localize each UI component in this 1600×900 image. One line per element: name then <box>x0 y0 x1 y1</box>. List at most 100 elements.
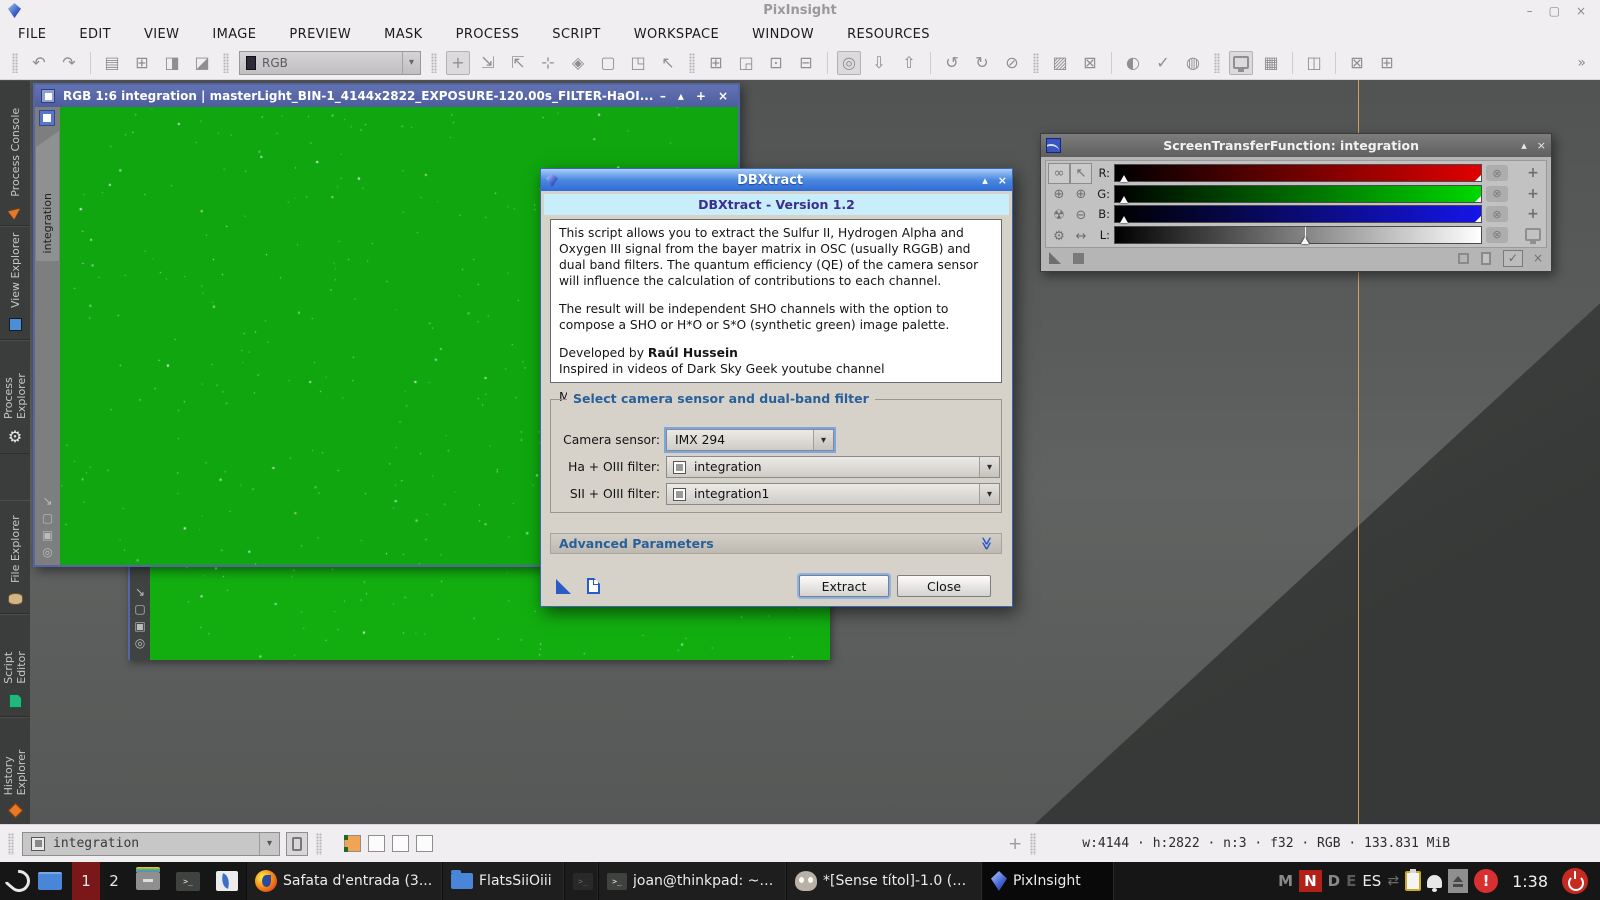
new-instance-icon[interactable] <box>1049 252 1061 264</box>
dbxtract-dialog[interactable]: DBXtract ▴ × DBXtract - Version 1.2 This… <box>540 168 1013 607</box>
revert-file-icon[interactable]: ↺ <box>940 51 964 75</box>
chevron-down-icon[interactable]: ▾ <box>402 52 420 74</box>
pointer-mode-icon[interactable]: ↖ <box>656 51 680 75</box>
sidebar-item-process-console[interactable]: Process Console <box>0 80 30 226</box>
file-settings-icon[interactable]: ↻ <box>970 51 994 75</box>
indicator-m[interactable]: M <box>1278 872 1293 890</box>
reset-red-icon[interactable]: ⊗ <box>1486 165 1508 181</box>
edit-image-icon[interactable]: ◲ <box>734 51 758 75</box>
workspace-4-button[interactable] <box>416 835 433 852</box>
toolbar-drag-handle[interactable] <box>431 53 437 73</box>
clone-image-icon[interactable]: ⊡ <box>764 51 788 75</box>
discard-file-icon[interactable]: ⊘ <box>1000 51 1024 75</box>
statusbar-drag-handle[interactable] <box>8 833 14 855</box>
shrink-mode-icon[interactable]: ⇱ <box>506 51 530 75</box>
green-gradient-slider[interactable] <box>1114 185 1482 203</box>
slider-marker[interactable] <box>1301 237 1309 244</box>
import-file-icon[interactable]: ⇩ <box>867 51 891 75</box>
extract-button[interactable]: Extract <box>799 575 889 597</box>
menu-script[interactable]: SCRIPT <box>552 27 600 42</box>
reset-blue-icon[interactable]: ⊗ <box>1486 206 1508 222</box>
link-rgb-icon[interactable]: ∞ <box>1048 163 1070 184</box>
invert-mask-icon[interactable]: ◐ <box>1121 51 1145 75</box>
taskbar-window-files[interactable]: FlatsSiiOiii <box>442 862 564 900</box>
slider-marker[interactable] <box>1120 175 1128 182</box>
clipboard-tray-icon[interactable] <box>1405 871 1421 891</box>
taskbar-window-terminal-2[interactable]: >_ j <box>564 862 598 900</box>
edit-stf-icon[interactable]: ⚙ <box>1048 226 1070 247</box>
doc-icon[interactable] <box>1481 252 1491 265</box>
chevron-down-icon[interactable]: ▾ <box>979 484 999 504</box>
menu-view[interactable]: VIEW <box>144 27 179 42</box>
show-mask-icon[interactable]: ▨ <box>1048 51 1072 75</box>
app-close-icon[interactable]: × <box>1576 4 1586 18</box>
edit-mode-icon[interactable]: ↖ <box>1070 163 1092 184</box>
window-manager-icon[interactable] <box>4 866 35 897</box>
camera-sensor-select[interactable]: IMX 294 ▾ <box>666 429 834 451</box>
menu-workspace[interactable]: WORKSPACE <box>634 27 719 42</box>
sii-oiii-filter-select[interactable]: integration1 ▾ <box>666 483 1000 505</box>
slider-marker[interactable] <box>1120 196 1128 203</box>
page-mode-icon[interactable]: ▢ <box>596 51 620 75</box>
reset-green-icon[interactable]: ⊗ <box>1486 186 1508 202</box>
scroll-mode-icon[interactable]: ↔ <box>1070 226 1092 247</box>
indicator-n[interactable]: N <box>1299 870 1322 892</box>
move-mode-icon[interactable]: ⊹ <box>536 51 560 75</box>
desktop-1-button[interactable]: 1 <box>72 862 100 900</box>
fit-window-icon[interactable]: ▢ <box>42 511 53 525</box>
window-minimize-icon[interactable]: – <box>660 89 666 103</box>
view-selector[interactable]: integration ▾ <box>22 832 280 856</box>
removable-media-tray-icon[interactable] <box>1448 869 1468 893</box>
workspace-3-button[interactable] <box>392 835 409 852</box>
taskbar-window-gimp[interactable]: *[Sense títol]-1.0 (C... <box>786 862 982 900</box>
copy-window-icon[interactable]: ▣ <box>134 619 145 633</box>
reset-lum-icon[interactable]: ⊗ <box>1486 227 1508 243</box>
clock[interactable]: 1:38 <box>1512 872 1548 891</box>
select-mask-icon[interactable]: ◍ <box>1181 51 1205 75</box>
remove-image-icon[interactable]: ⊟ <box>794 51 818 75</box>
taskbar-window-terminal[interactable]: >_ joan@thinkpad: ~/... <box>598 862 786 900</box>
new-image-icon[interactable]: ⊞ <box>704 51 728 75</box>
dock-window-icon[interactable]: ◫ <box>1302 51 1326 75</box>
zoom-out-icon[interactable]: ⊖ <box>1070 205 1092 226</box>
fit-window-icon[interactable]: ▢ <box>134 602 145 616</box>
display-channel-selector[interactable]: RGB ▾ <box>239 51 421 75</box>
pan-mode-icon[interactable]: ◈ <box>566 51 590 75</box>
sidebar-item-file-explorer[interactable]: File Explorer <box>0 500 30 614</box>
blue-gradient-slider[interactable] <box>1114 205 1482 223</box>
color-management-icon[interactable]: ▦ <box>1259 51 1283 75</box>
copy-window-icon[interactable]: ▣ <box>42 528 53 542</box>
duplicate-right-icon[interactable]: ◨ <box>160 51 184 75</box>
sidebar-item-process-explorer[interactable]: Process Explorer ⚙ <box>0 340 30 454</box>
file-manager-launcher-icon[interactable] <box>136 872 160 890</box>
advanced-parameters-section[interactable]: Advanced Parameters ≫ <box>550 533 1002 554</box>
screen-transfer-icon[interactable] <box>1229 51 1253 75</box>
page-select-icon[interactable]: ◳ <box>626 51 650 75</box>
taskbar-window-pixinsight[interactable]: PixInsight <box>982 862 1114 900</box>
resize-corner-icon[interactable]: ↘ <box>135 585 145 599</box>
menu-image[interactable]: IMAGE <box>212 27 256 42</box>
menu-preview[interactable]: PREVIEW <box>289 27 351 42</box>
stf-panel[interactable]: ScreenTransferFunction: integration ▴ × … <box>1040 133 1552 272</box>
lum-gradient-slider[interactable] <box>1114 226 1482 244</box>
window-shade-icon[interactable]: ▴ <box>678 89 684 103</box>
toolbar-drag-handle[interactable] <box>689 53 695 73</box>
image-window-titlebar[interactable]: RGB 1:6 integration | masterLight_BIN-1_… <box>35 85 738 107</box>
menu-edit[interactable]: EDIT <box>79 27 111 42</box>
target-blue-icon[interactable]: + <box>1524 206 1542 222</box>
remove-mask-icon[interactable]: ⊠ <box>1078 51 1102 75</box>
stf-close-icon[interactable]: × <box>1537 139 1546 152</box>
view-mode-icon[interactable] <box>39 110 55 126</box>
dialog-titlebar[interactable]: DBXtract ▴ × <box>541 169 1012 191</box>
toolbar-overflow-icon[interactable]: » <box>1577 55 1594 71</box>
alert-tray-icon[interactable]: ! <box>1474 869 1498 893</box>
resize-corner-icon[interactable]: ↘ <box>42 494 52 508</box>
enable-mask-icon[interactable]: ✓ <box>1151 51 1175 75</box>
sidebar-item-script-editor[interactable]: Script Editor <box>0 614 30 717</box>
center-view-icon[interactable]: ◎ <box>135 636 145 650</box>
power-button-icon[interactable] <box>1562 868 1588 894</box>
tile-windows-icon[interactable]: ⊞ <box>1375 51 1399 75</box>
execute-icon[interactable]: ✓ <box>1503 250 1523 267</box>
menu-process[interactable]: PROCESS <box>456 27 520 42</box>
red-gradient-slider[interactable] <box>1114 164 1482 182</box>
